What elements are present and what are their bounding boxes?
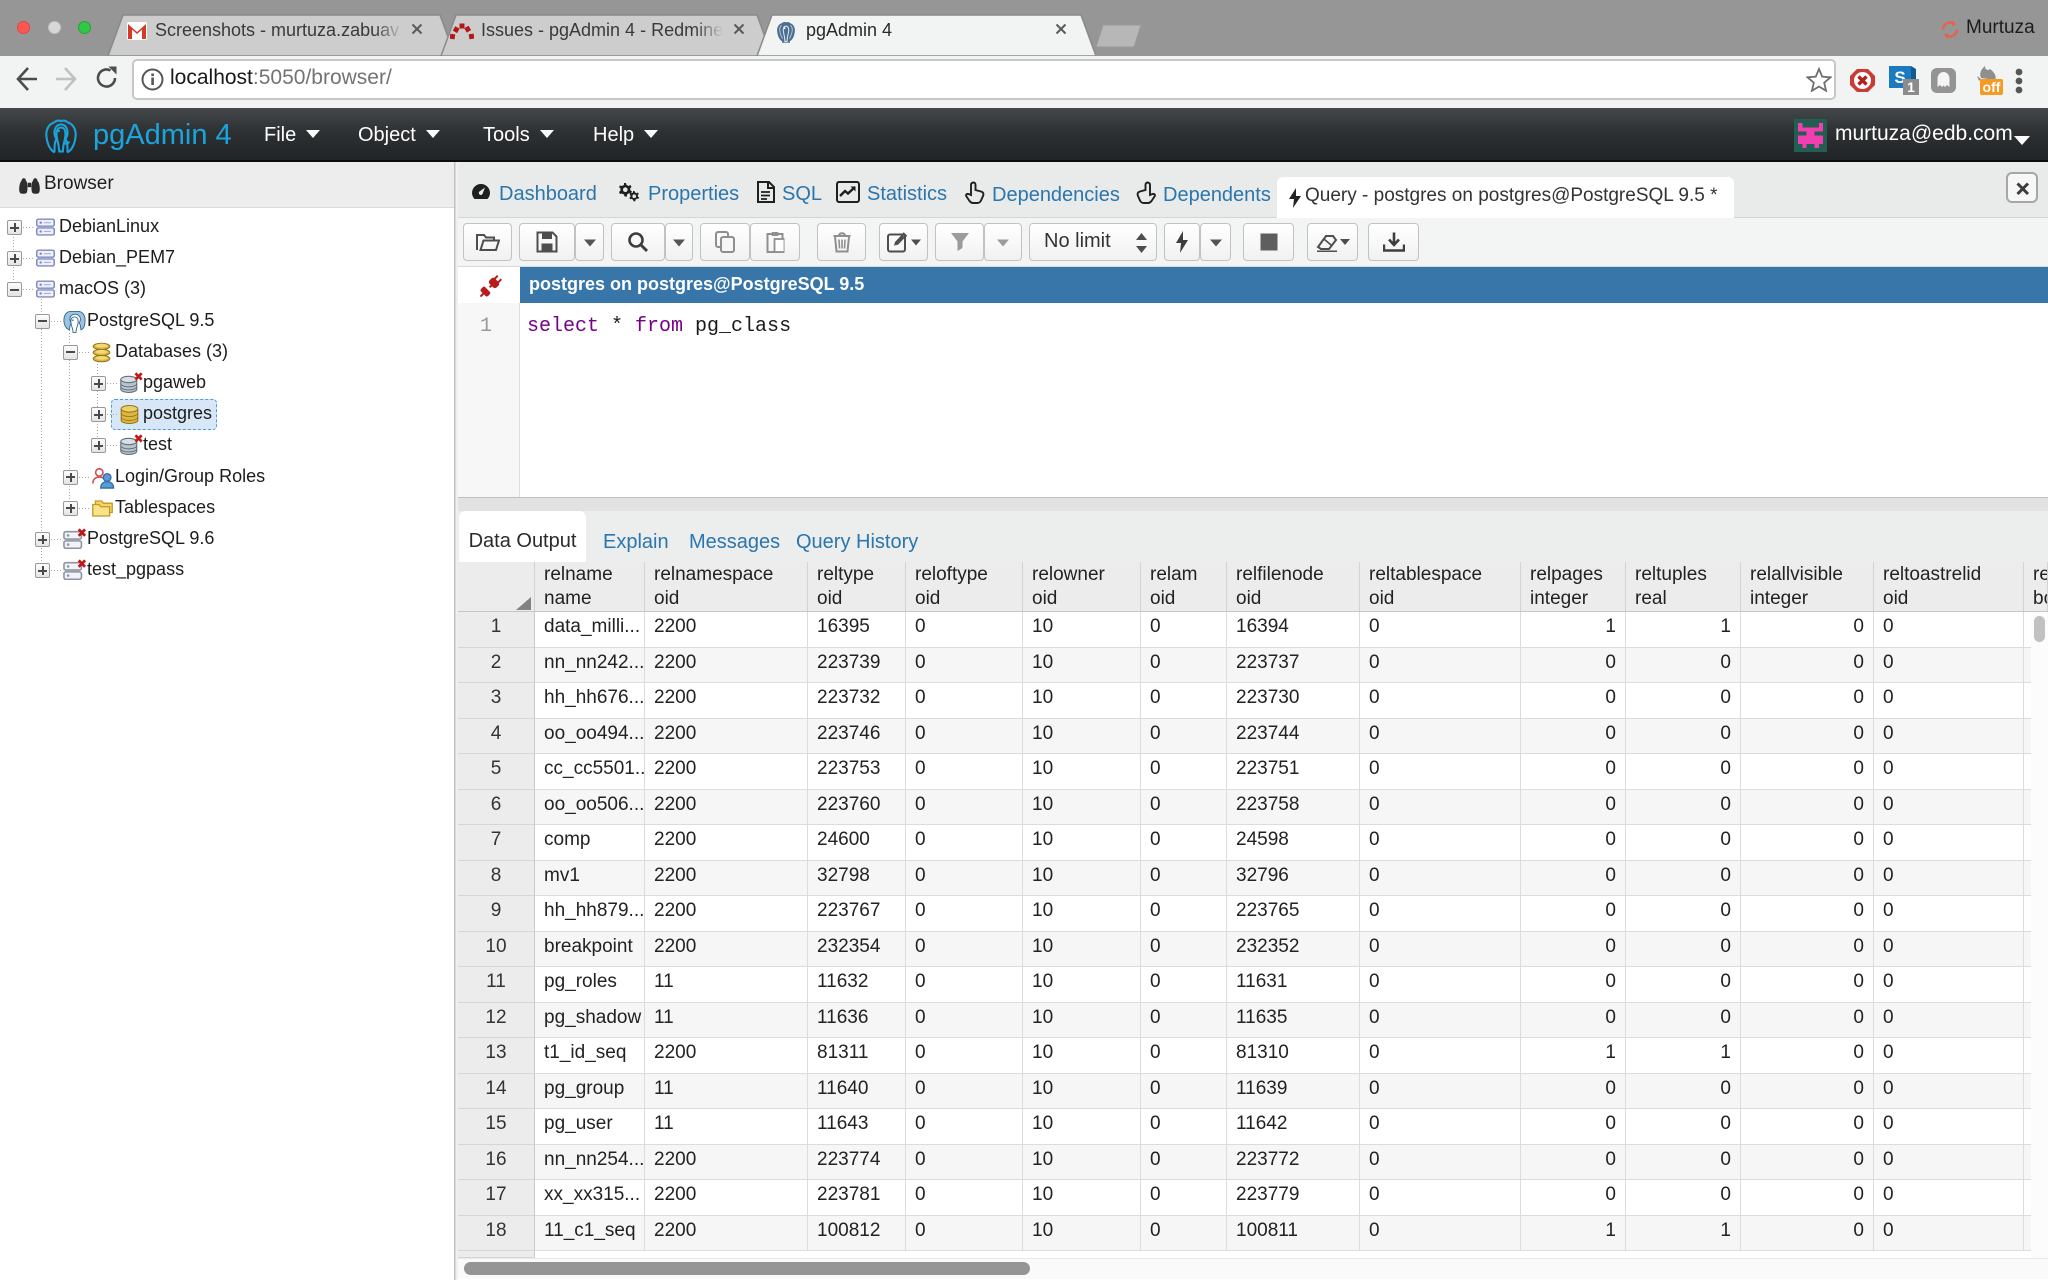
svg-text:1: 1 — [1907, 79, 1915, 95]
svg-text:off: off — [1983, 79, 2001, 95]
